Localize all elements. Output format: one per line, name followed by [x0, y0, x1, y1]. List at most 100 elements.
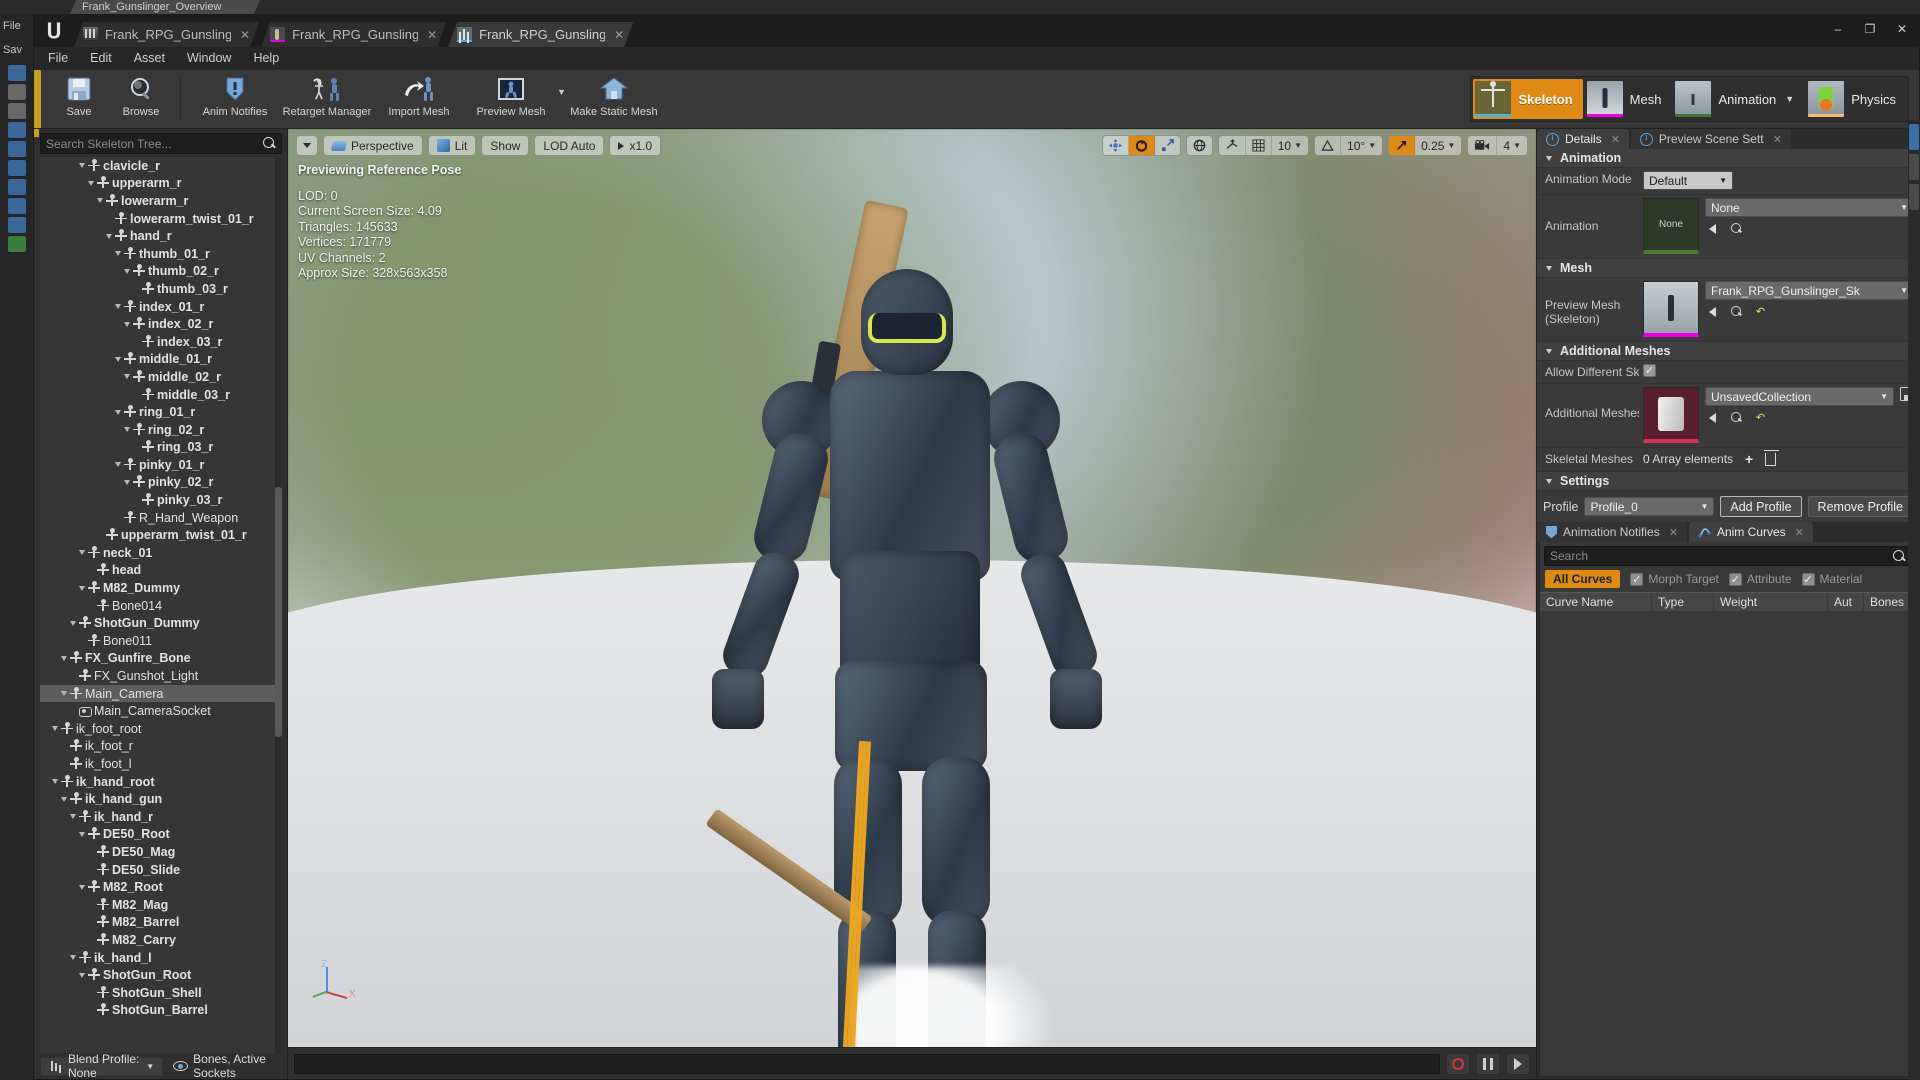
additional-meshes-dropdown[interactable]: UnsavedCollection ▼ [1705, 387, 1894, 406]
filter-all-curves[interactable]: All Curves [1545, 570, 1621, 588]
tree-scrollbar-thumb[interactable] [275, 487, 282, 737]
skeleton-tree-row[interactable]: ik_foot_l [40, 755, 282, 773]
skeleton-tree-row[interactable]: M82_Root [40, 878, 282, 896]
tab-details[interactable]: Details ✕ [1537, 129, 1629, 149]
reset-icon[interactable]: ↶ [1753, 410, 1768, 425]
skeleton-tree-row[interactable]: thumb_01_r [40, 245, 282, 263]
filter-material[interactable]: ✓ Material [1801, 572, 1862, 586]
skeleton-tree-row[interactable]: FX_Gunshot_Light [40, 667, 282, 685]
column-weight[interactable]: Weight [1714, 593, 1828, 611]
bg-icon-4[interactable] [7, 122, 26, 138]
skeleton-tree-row[interactable]: ik_foot_root [40, 720, 282, 738]
skeleton-tree-row[interactable]: index_01_r [40, 298, 282, 316]
tree-expander-icon[interactable] [76, 831, 87, 837]
skeleton-tree-row[interactable]: upperarm_r [40, 175, 282, 193]
bg-icon-3[interactable] [7, 103, 26, 119]
section-additional-meshes[interactable]: Additional Meshes [1537, 342, 1919, 361]
skeleton-tree-row[interactable]: M82_Dummy [40, 579, 282, 597]
skeleton-tree-row[interactable]: middle_01_r [40, 351, 282, 369]
skeleton-tree-row[interactable]: clavicle_r [40, 157, 282, 175]
tree-expander-icon[interactable] [94, 198, 105, 204]
filter-attribute[interactable]: ✓ Attribute [1728, 572, 1792, 586]
grid-snap-value[interactable]: 10 ▼ [1272, 136, 1308, 155]
skeleton-tree-row[interactable]: ring_01_r [40, 403, 282, 421]
window-tab-anim-asset[interactable]: Frank_RPG_Gunslinger_Ha ✕ [74, 22, 259, 47]
menu-window[interactable]: Window [187, 51, 231, 65]
viewport-lod-menu[interactable]: LOD Auto [534, 135, 605, 156]
remove-profile-button[interactable]: Remove Profile [1807, 496, 1913, 517]
tree-expander-icon[interactable] [49, 726, 60, 732]
tree-filter-button[interactable]: Bones, Active Sockets [173, 1052, 281, 1080]
camera-speed-value[interactable]: 4 ▼ [1497, 136, 1527, 155]
grid-icon[interactable] [1246, 136, 1272, 155]
tree-expander-icon[interactable] [121, 374, 132, 380]
trash-icon[interactable] [1764, 449, 1780, 466]
skeleton-tree-row[interactable]: ShotGun_Shell [40, 984, 282, 1002]
skeleton-tree-row[interactable]: Bone011 [40, 632, 282, 650]
skeleton-tree-row[interactable]: ik_hand_r [40, 808, 282, 826]
skeleton-tree-row[interactable]: lowerarm_twist_01_r [40, 210, 282, 228]
close-icon[interactable]: ✕ [1669, 526, 1678, 539]
dock-button-3[interactable] [1909, 184, 1919, 210]
skeleton-tree-row[interactable]: head [40, 562, 282, 580]
retarget-manager-button[interactable]: Retarget Manager [281, 70, 373, 128]
tree-expander-icon[interactable] [76, 585, 87, 591]
tree-expander-icon[interactable] [121, 268, 132, 274]
minimize-button[interactable]: – [1827, 21, 1849, 37]
curves-table-body[interactable] [1540, 611, 1916, 1076]
back-arrow-icon[interactable] [1705, 410, 1720, 425]
skeleton-tree-row[interactable]: ik_hand_root [40, 773, 282, 791]
import-mesh-button[interactable]: Import Mesh [373, 70, 465, 128]
skeleton-tree-row[interactable]: ik_foot_r [40, 738, 282, 756]
skeleton-tree-row[interactable]: pinky_03_r [40, 491, 282, 509]
checkbox[interactable]: ✓ [1728, 572, 1742, 586]
window-tab-physics-asset[interactable]: Frank_RPG_Gunslinger_Sk ✕ [261, 22, 446, 47]
bg-icon-1[interactable] [7, 65, 26, 81]
tree-expander-icon[interactable] [58, 796, 69, 802]
skeleton-tree-row[interactable]: ShotGun_Root [40, 966, 282, 984]
skeleton-tree-row[interactable]: middle_02_r [40, 368, 282, 386]
browse-icon[interactable] [1729, 410, 1744, 425]
skeleton-tree-row[interactable]: pinky_02_r [40, 474, 282, 492]
curves-search[interactable] [1544, 546, 1912, 566]
skeleton-tree-row[interactable]: M82_Barrel [40, 914, 282, 932]
tree-expander-icon[interactable] [112, 356, 123, 362]
surface-snap-icon[interactable] [1219, 136, 1246, 155]
browse-button[interactable]: Browse [110, 70, 172, 128]
skeleton-tree-row[interactable]: DE50_Mag [40, 843, 282, 861]
tree-expander-icon[interactable] [85, 180, 96, 186]
close-icon[interactable]: ✕ [1795, 526, 1804, 539]
section-settings[interactable]: Settings [1537, 472, 1919, 491]
preview-mesh-thumbnail[interactable] [1643, 281, 1699, 337]
tree-expander-icon[interactable] [112, 409, 123, 415]
skeleton-tree-row[interactable]: neck_01 [40, 544, 282, 562]
skeleton-tree-row[interactable]: hand_r [40, 227, 282, 245]
plus-icon[interactable]: + [1745, 451, 1753, 467]
scale-icon[interactable] [1155, 136, 1180, 155]
menu-asset[interactable]: Asset [134, 51, 165, 65]
angle-icon[interactable] [1315, 136, 1342, 155]
maximize-button[interactable]: ❐ [1859, 21, 1881, 37]
tree-expander-icon[interactable] [121, 321, 132, 327]
background-menu-file[interactable]: File [0, 14, 33, 38]
tree-expander-icon[interactable] [112, 462, 123, 468]
preview-mesh-dropdown-icon[interactable]: ▼ [557, 70, 568, 128]
timeline-track[interactable] [294, 1053, 1440, 1074]
tree-scrollbar-track[interactable] [275, 157, 282, 1053]
skeleton-tree-row[interactable]: ring_03_r [40, 439, 282, 457]
profile-dropdown[interactable]: Profile_0 ▼ [1584, 497, 1715, 516]
mode-physics[interactable]: Physics [1806, 79, 1906, 119]
tree-expander-icon[interactable] [103, 233, 114, 239]
viewport-view-mode-button[interactable]: Lit [427, 135, 477, 156]
skeleton-tree-row[interactable]: ik_hand_l [40, 949, 282, 967]
window-tab-skeleton-asset[interactable]: Frank_RPG_Gunslinger_Sk ✕ [448, 22, 633, 47]
skeleton-tree-row[interactable]: FX_Gunfire_Bone [40, 650, 282, 668]
section-mesh[interactable]: Mesh [1537, 259, 1919, 278]
save-button[interactable]: Save [48, 70, 110, 128]
scale-snap-icon[interactable] [1389, 136, 1416, 155]
tab-animation-notifies[interactable]: Animation Notifies ✕ [1537, 522, 1687, 542]
filter-morph-target[interactable]: ✓ Morph Target [1630, 572, 1719, 586]
animation-thumbnail[interactable]: None [1643, 198, 1699, 254]
background-save-label[interactable]: Sav [0, 38, 33, 62]
skeleton-tree-row[interactable]: ShotGun_Dummy [40, 614, 282, 632]
